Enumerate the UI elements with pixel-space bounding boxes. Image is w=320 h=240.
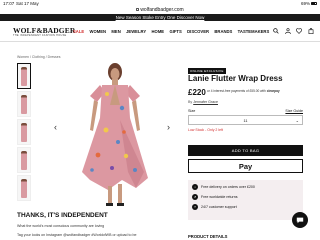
promo-text: New Season Stoke Entry One Discover Now — [115, 15, 205, 20]
size-value: 11 — [243, 119, 248, 123]
perk-text: Free worldwide returns — [201, 195, 238, 199]
support-icon: ? — [192, 204, 198, 211]
perk-text: 24/7 customer support — [201, 205, 237, 209]
ugc-description: What the world's most conscious communit… — [17, 224, 105, 228]
thumbnail-4[interactable] — [17, 147, 31, 173]
size-guide-link[interactable]: Size Guide — [285, 109, 303, 113]
designer-link[interactable]: Jennafer Grace — [193, 100, 218, 104]
browser-address-bar[interactable]: wolfandbadger.com — [0, 6, 320, 14]
thumbnail-list — [17, 63, 31, 203]
size-label: Size — [188, 109, 196, 113]
header-actions — [269, 28, 314, 36]
user-icon[interactable] — [284, 28, 293, 36]
brand-tagline: THE INDEPENDENT FASHION HOUSE — [13, 34, 67, 37]
product-details-heading[interactable]: PRODUCT DETAILS — [188, 234, 227, 239]
site-header: WOLF&BADGER THE INDEPENDENT FASHION HOUS… — [0, 21, 320, 42]
installment-text: or 4 interest-free payments of £55.00 wi… — [207, 89, 266, 93]
thumbnail-1[interactable] — [17, 63, 31, 89]
designer-byline: By Jennafer Grace — [188, 100, 218, 104]
bag-icon[interactable] — [308, 28, 314, 36]
breadcrumb[interactable]: Women / Clothing / Dresses — [17, 55, 61, 59]
installment-info[interactable]: or 4 interest-free payments of £55.00 wi… — [207, 89, 280, 93]
return-icon: ↺ — [192, 194, 198, 201]
next-image-arrow-icon[interactable]: › — [167, 122, 170, 132]
promo-banner[interactable]: New Season Stoke Entry One Discover Now — [0, 14, 320, 21]
perks-panel: ▪ Free delivery on orders over £200 ↺ Free… — [188, 180, 303, 220]
size-select[interactable]: 11 ⌄ — [188, 115, 303, 125]
nav-item-men[interactable]: MEN — [111, 29, 120, 34]
thumbnail-5[interactable] — [17, 175, 31, 201]
nav-item-women[interactable]: WOMEN — [90, 29, 107, 34]
clearpay-logo: clearpay — [266, 89, 280, 93]
main-nav: SALE WOMEN MEN JEWELRY HOME GIFTS DISCOV… — [73, 29, 273, 34]
nav-item-tastemakers[interactable]: TASTEMAKERS — [238, 29, 270, 34]
nav-item-sale[interactable]: SALE — [73, 29, 84, 34]
prev-image-arrow-icon[interactable]: ‹ — [54, 122, 57, 132]
thumbnail-2[interactable] — [17, 91, 31, 117]
stock-warning: Low Stock - Only 2 left — [188, 128, 224, 132]
battery-icon — [311, 2, 317, 5]
nav-item-brands[interactable]: BRANDS — [214, 29, 232, 34]
add-to-bag-button[interactable]: ADD TO BAG — [188, 145, 303, 156]
truck-icon: ▪ — [192, 184, 198, 191]
byline-prefix: By — [188, 100, 193, 104]
chevron-down-icon: ⌄ — [295, 118, 299, 123]
perk-support: ? 24/7 customer support — [192, 202, 299, 212]
nav-item-gifts[interactable]: GIFTS — [169, 29, 181, 34]
lock-icon — [136, 8, 140, 12]
ugc-instagram-note: Tag your looks on Instagram @wolfandbadg… — [17, 233, 137, 237]
search-icon[interactable] — [273, 28, 281, 36]
ugc-heading: THANKS, IT'S INDEPENDENT — [17, 212, 108, 219]
chat-icon — [296, 217, 304, 224]
thumbnail-3[interactable] — [17, 119, 31, 145]
perk-delivery: ▪ Free delivery on orders over £200 — [192, 182, 299, 192]
url-text: wolfandbadger.com — [140, 7, 184, 13]
perk-text: Free delivery on orders over £200 — [201, 185, 255, 189]
heart-icon[interactable] — [296, 28, 304, 36]
apple-pay-button[interactable]: Pay — [188, 159, 303, 173]
nav-item-discover[interactable]: DISCOVER — [187, 29, 209, 34]
product-price: £220 — [188, 88, 206, 97]
perk-returns: ↺ Free worldwide returns — [192, 192, 299, 202]
product-title: Lanie Flutter Wrap Dress — [188, 74, 283, 83]
nav-item-home[interactable]: HOME — [152, 29, 165, 34]
chat-button[interactable] — [292, 212, 308, 228]
nav-item-jewelry[interactable]: JEWELRY — [126, 29, 146, 34]
product-image[interactable] — [60, 60, 170, 212]
